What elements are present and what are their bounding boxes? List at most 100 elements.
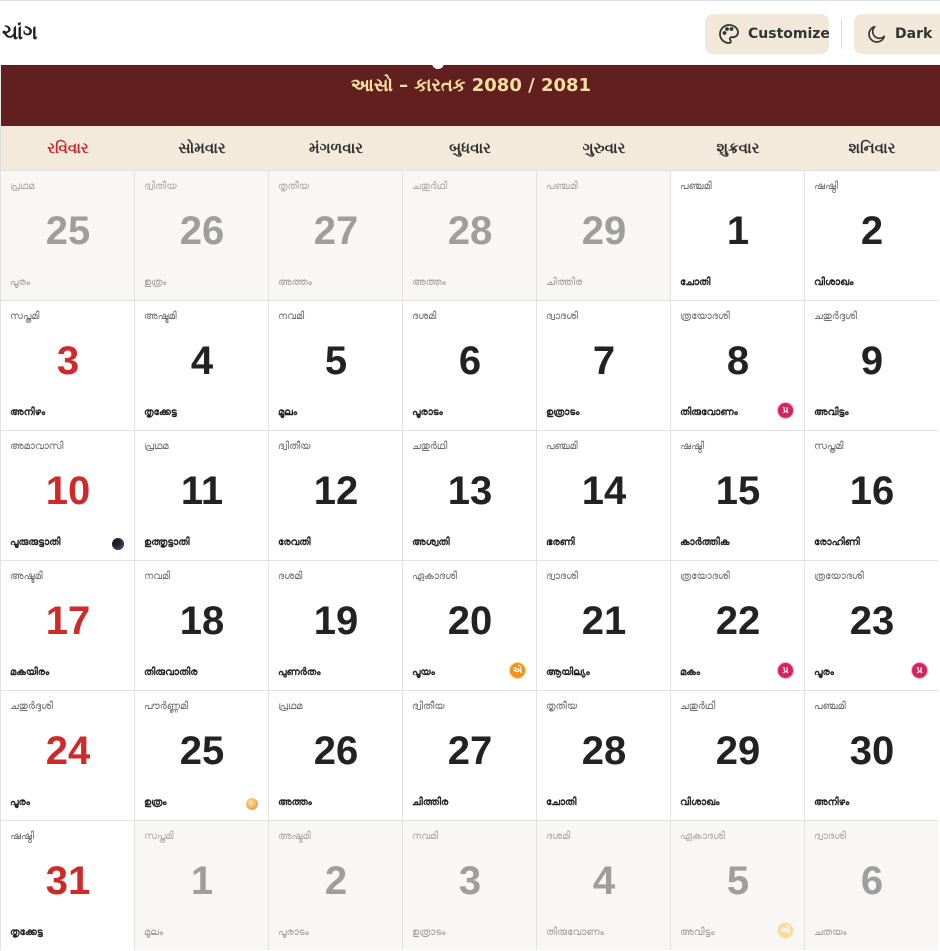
day-cell[interactable]: ചതുർഥി 29 വിശാഖം bbox=[670, 690, 804, 820]
tithi-label: ചതുർഥി bbox=[412, 441, 448, 452]
day-cell[interactable]: പ്രഥമ 26 അത്തം bbox=[268, 690, 402, 820]
nakshatra-label: വിശാഖം bbox=[814, 277, 854, 288]
day-cell[interactable]: അഷ്ടമി 2 പൂരാടം bbox=[268, 820, 402, 950]
day-number: 30 bbox=[849, 729, 895, 773]
day-number: 21 bbox=[581, 599, 627, 643]
day-cell[interactable]: പ്രഥമ 25 പൂരം bbox=[0, 170, 134, 300]
day-cell[interactable]: ദ്വാദശി 7 ഉത്രാടം bbox=[536, 300, 670, 430]
day-cell[interactable]: ഏകാദശി 5 അവിട്ടം એ bbox=[670, 820, 804, 950]
tithi-label: ദ്വാദശി bbox=[814, 831, 846, 842]
ekadashi-badge[interactable]: એ bbox=[777, 922, 794, 939]
day-cell[interactable]: ഷഷ്ഠി 31 തൃക്കേട്ട bbox=[0, 820, 134, 950]
customize-button[interactable]: Customize bbox=[705, 14, 830, 54]
tithi-label: ത്രയോദശി bbox=[814, 571, 864, 582]
day-cell[interactable]: നവമി 5 മൂലം bbox=[268, 300, 402, 430]
ekadashi-badge[interactable]: એ bbox=[509, 662, 526, 679]
dark-mode-button[interactable]: Dark bbox=[854, 14, 940, 54]
tithi-label: അഷ്ടമി bbox=[278, 831, 311, 842]
day-number: 1 bbox=[726, 209, 750, 253]
day-cell[interactable]: അമാവാസി 10 പൂരുരുട്ടാതി bbox=[0, 430, 134, 560]
nakshatra-label: പൂയം bbox=[412, 667, 435, 678]
day-cell[interactable]: ദശമി 19 പുണർതം bbox=[268, 560, 402, 690]
day-cell[interactable]: പഞ്ചമി 1 ചോതി bbox=[670, 170, 804, 300]
nakshatra-label: ഉത്രം bbox=[144, 797, 167, 808]
day-cell[interactable]: ദ്വിതീയ 12 രേവതി bbox=[268, 430, 402, 560]
toolbar-divider bbox=[841, 19, 842, 49]
day-number: 27 bbox=[447, 729, 493, 773]
day-cell[interactable]: അഷ്ടമി 17 മകയിരം bbox=[0, 560, 134, 690]
day-number: 19 bbox=[313, 599, 359, 643]
day-cell[interactable]: ചതുർദ്ദശി 9 അവിട്ടം bbox=[804, 300, 938, 430]
palette-icon bbox=[719, 24, 739, 44]
weekday-tuesday: મંગળવાર bbox=[308, 139, 363, 157]
day-cell[interactable]: തൃതീയ 28 ചോതി bbox=[536, 690, 670, 820]
month-header: આસો – કારતક 2080 / 2081 bbox=[0, 59, 940, 126]
pradosh-badge[interactable]: પ્ર bbox=[777, 402, 794, 419]
tithi-label: ചതുർഥി bbox=[680, 701, 716, 712]
nakshatra-label: ഉത്രാടം bbox=[546, 407, 580, 418]
day-cell[interactable]: നവമി 3 ഉത്രാടം bbox=[402, 820, 536, 950]
nakshatra-label: ആയില്യം bbox=[546, 667, 590, 678]
day-cell[interactable]: ദശമി 6 പൂരാടം bbox=[402, 300, 536, 430]
day-cell[interactable]: ഷഷ്ഠി 2 വിശാഖം bbox=[804, 170, 938, 300]
tithi-label: സപ്തമി bbox=[814, 441, 844, 452]
day-number: 15 bbox=[715, 469, 761, 513]
day-number: 22 bbox=[715, 599, 761, 643]
nakshatra-label: അവിട്ടം bbox=[814, 407, 849, 418]
nakshatra-label: തിരുവോണം bbox=[680, 407, 738, 418]
tithi-label: ദ്വാദശി bbox=[546, 571, 578, 582]
day-cell[interactable]: ദശമി 4 തിരുവോണം bbox=[536, 820, 670, 950]
day-number: 3 bbox=[56, 339, 80, 383]
day-number: 27 bbox=[313, 209, 359, 253]
day-cell[interactable]: പഞ്ചമി 14 ഭരണി bbox=[536, 430, 670, 560]
day-cell[interactable]: അഷ്ടമി 4 തൃക്കേട്ട bbox=[134, 300, 268, 430]
top-bar: ચાંગ Customize Dark bbox=[0, 0, 940, 65]
day-cell[interactable]: ത്രയോദശി 8 തിരുവോണം પ્ર bbox=[670, 300, 804, 430]
tithi-label: നവമി bbox=[144, 571, 171, 582]
pradosh-badge[interactable]: પ્ર bbox=[911, 662, 928, 679]
day-cell[interactable]: സപ്തമി 16 രോഹിണി bbox=[804, 430, 938, 560]
day-number: 13 bbox=[447, 469, 493, 513]
customize-label: Customize bbox=[748, 26, 830, 42]
day-cell[interactable]: ത്രയോദശി 23 പൂരം પ્ર bbox=[804, 560, 938, 690]
tithi-label: നവമി bbox=[412, 831, 439, 842]
day-number: 29 bbox=[581, 209, 627, 253]
day-cell[interactable]: ദ്വിതീയ 27 ചിത്തിര bbox=[402, 690, 536, 820]
day-cell[interactable]: പ്രഥമ 11 ഉത്തൃട്ടാതി bbox=[134, 430, 268, 560]
tithi-label: ദശമി bbox=[412, 311, 437, 322]
day-cell[interactable]: പൗർണ്ണമി 25 ഉത്രം bbox=[134, 690, 268, 820]
day-cell[interactable]: ഏകാദശി 20 പൂയം એ bbox=[402, 560, 536, 690]
day-cell[interactable]: തൃതീയ 27 അത്തം bbox=[268, 170, 402, 300]
day-number: 20 bbox=[447, 599, 493, 643]
nakshatra-label: ഉത്തൃട്ടാതി bbox=[144, 537, 190, 548]
day-cell[interactable]: പഞ്ചമി 30 അനിഴം bbox=[804, 690, 938, 820]
tithi-label: പ്രഥമ bbox=[10, 181, 35, 192]
day-cell[interactable]: ഷഷ്ഠി 15 കാർത്തിക bbox=[670, 430, 804, 560]
day-cell[interactable]: നവമി 18 തിരുവാതിര bbox=[134, 560, 268, 690]
day-cell[interactable]: സപ്തമി 1 മൂലം bbox=[134, 820, 268, 950]
day-number: 14 bbox=[581, 469, 627, 513]
weekday-monday: સોમવાર bbox=[178, 139, 226, 157]
day-cell[interactable]: ദ്വാദശി 21 ആയില്യം bbox=[536, 560, 670, 690]
day-number: 25 bbox=[45, 209, 91, 253]
day-cell[interactable]: സപ്തമി 3 അനിഴം bbox=[0, 300, 134, 430]
day-cell[interactable]: ചതുർഥി 13 അശ്വതി bbox=[402, 430, 536, 560]
calendar-grid: പ്രഥമ 25 പൂരം ദ്വിതീയ 26 ഉത്രം തൃതീയ 27 അത്തം ചതു… bbox=[0, 170, 940, 951]
day-cell[interactable]: ദ്വിതീയ 26 ഉത്രം bbox=[134, 170, 268, 300]
tithi-label: ത്രയോദശി bbox=[680, 311, 730, 322]
day-cell[interactable]: ചതുർദ്ദശി 24 പൂരം bbox=[0, 690, 134, 820]
day-cell[interactable]: ത്രയോദശി 22 മകം પ્ર bbox=[670, 560, 804, 690]
day-number: 7 bbox=[592, 339, 616, 383]
pradosh-badge[interactable]: પ્ર bbox=[777, 662, 794, 679]
day-cell[interactable]: ചതുർഥി 28 അത്തം bbox=[402, 170, 536, 300]
day-number: 26 bbox=[313, 729, 359, 773]
tithi-label: അഷ്ടമി bbox=[144, 311, 177, 322]
nakshatra-label: മൂലം bbox=[144, 927, 164, 938]
day-number: 4 bbox=[190, 339, 214, 383]
day-cell[interactable]: ദ്വാദശി 6 ചതയം bbox=[804, 820, 938, 950]
nakshatra-label: ചതയം bbox=[814, 927, 847, 938]
day-number: 9 bbox=[860, 339, 884, 383]
day-cell[interactable]: പഞ്ചമി 29 ചിത്തിര bbox=[536, 170, 670, 300]
nakshatra-label: തിരുവോണം bbox=[546, 927, 604, 938]
tithi-label: പ്രഥമ bbox=[278, 701, 303, 712]
